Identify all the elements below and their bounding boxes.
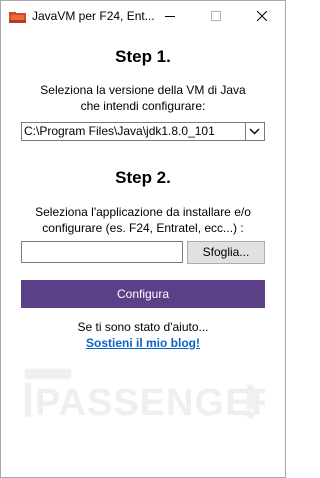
application-path-input[interactable]: [21, 241, 183, 263]
maximize-button[interactable]: [193, 1, 239, 31]
title-bar[interactable]: JavaVM per F24, Ent...: [1, 1, 285, 31]
main-content: Step 1. Seleziona la versione della VM d…: [1, 31, 285, 477]
passenger-watermark: PASSENGER: [21, 363, 279, 427]
step1-description: Seleziona la versione della VM di Java c…: [1, 82, 285, 114]
minimize-icon: [165, 16, 175, 17]
step2-description-line2: configurare (es. F24, Entratel, ecc...) …: [42, 221, 244, 235]
step2-description: Seleziona l'applicazione da installare e…: [1, 204, 285, 236]
jvm-version-select[interactable]: C:\Program Files\Java\jdk1.8.0_101: [21, 122, 265, 141]
close-icon: [257, 11, 267, 21]
close-button[interactable]: [239, 1, 285, 31]
step1-description-line2: che intendi configurare:: [80, 99, 206, 113]
app-window: JavaVM per F24, Ent... Step 1. Seleziona…: [0, 0, 286, 478]
step1-heading: Step 1.: [115, 47, 171, 66]
minimize-button[interactable]: [147, 1, 193, 31]
step2-heading: Step 2.: [115, 168, 171, 187]
step1-description-line1: Seleziona la versione della VM di Java: [40, 83, 246, 97]
window-title: JavaVM per F24, Ent...: [32, 9, 155, 23]
jvm-version-value: C:\Program Files\Java\jdk1.8.0_101: [24, 124, 215, 138]
watermark-text: PASSENGER: [35, 382, 265, 424]
configure-button[interactable]: Configura: [21, 280, 265, 308]
support-text: Se ti sono stato d'aiuto...: [77, 320, 209, 334]
dropdown-button[interactable]: [245, 123, 263, 140]
folder-icon: [9, 10, 26, 23]
support-blog-link[interactable]: Sostieni il mio blog!: [1, 336, 285, 350]
chevron-down-icon: [249, 128, 260, 135]
maximize-icon: [211, 11, 221, 21]
step2-description-line1: Seleziona l'applicazione da installare e…: [35, 205, 251, 219]
browse-button[interactable]: Sfoglia...: [187, 241, 265, 264]
